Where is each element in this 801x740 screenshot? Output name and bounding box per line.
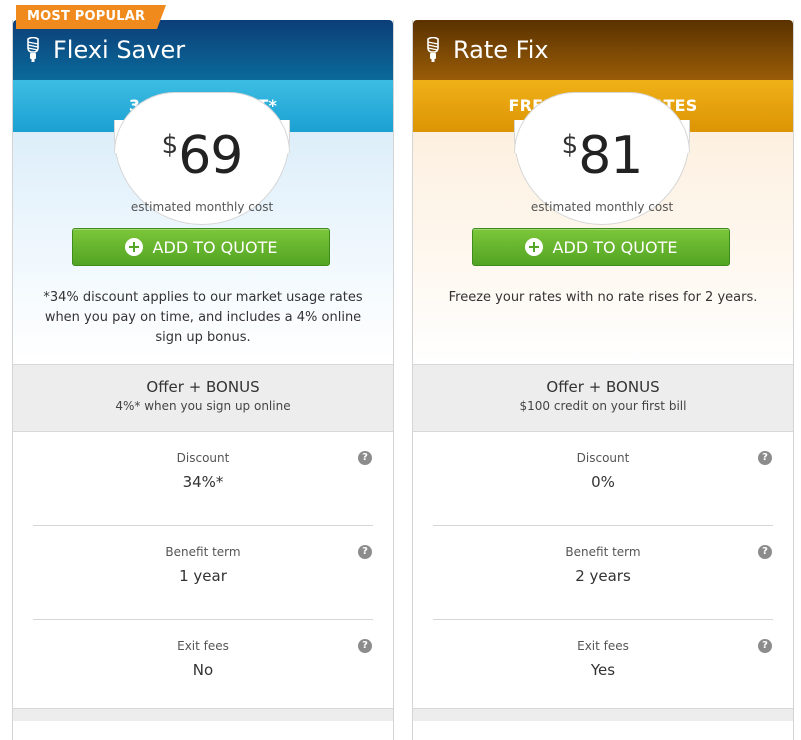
price-caption: estimated monthly cost	[530, 200, 674, 214]
price-section: $81 estimated monthly cost ADD TO QUOTE …	[413, 92, 793, 364]
feature-list: Discount 0% ? Benefit term 2 years ? Exi…	[413, 432, 793, 713]
plus-circle-icon	[524, 238, 543, 256]
price-circle: $81 estimated monthly cost	[514, 92, 690, 225]
add-to-quote-button[interactable]: ADD TO QUOTE	[472, 228, 730, 266]
help-icon[interactable]: ?	[758, 545, 772, 559]
feature-label: Exit fees	[177, 639, 229, 653]
plus-circle-icon	[124, 238, 143, 256]
feature-value: Yes	[590, 661, 616, 679]
price-section: $69 estimated monthly cost ADD TO QUOTE …	[13, 92, 393, 364]
price-circle: $69 estimated monthly cost	[114, 92, 290, 225]
feature-row-exit-fees: Exit fees Yes ?	[433, 620, 773, 713]
price-amount: 81	[578, 126, 643, 186]
offer-box: Offer + BONUS 4%* when you sign up onlin…	[13, 364, 393, 432]
add-to-quote-button[interactable]: ADD TO QUOTE	[72, 228, 330, 266]
add-to-quote-label: ADD TO QUOTE	[152, 237, 278, 257]
add-to-quote-label: ADD TO QUOTE	[552, 237, 678, 257]
feature-row-exit-fees: Exit fees No ?	[33, 620, 373, 713]
plan-header: Flexi Saver	[13, 20, 393, 80]
card-footer-strip	[413, 708, 793, 721]
feature-label: Benefit term	[565, 545, 641, 559]
plan-header: Rate Fix	[413, 20, 793, 80]
feature-value: 34%*	[182, 473, 224, 491]
offer-box: Offer + BONUS $100 credit on your first …	[413, 364, 793, 432]
help-icon[interactable]: ?	[358, 451, 372, 465]
price-currency: $	[561, 130, 579, 160]
plan-title: Flexi Saver	[53, 36, 186, 64]
plan-title: Rate Fix	[453, 36, 549, 64]
plan-card-rate-fix: Rate Fix FREEZE YOUR RATES $81 estimated…	[412, 20, 794, 740]
feature-row-discount: Discount 0% ?	[433, 432, 773, 526]
feature-value: 1 year	[179, 567, 227, 585]
ribbon-label: MOST POPULAR	[27, 9, 146, 24]
feature-label: Discount	[576, 451, 630, 465]
most-popular-ribbon: MOST POPULAR	[16, 5, 166, 29]
offer-title: Offer + BONUS	[546, 378, 660, 396]
plan-note: *34% discount applies to our market usag…	[43, 290, 363, 345]
feature-label: Benefit term	[165, 545, 241, 559]
help-icon[interactable]: ?	[758, 451, 772, 465]
lightbulb-icon	[427, 37, 439, 62]
feature-value: 0%	[591, 473, 615, 491]
offer-title: Offer + BONUS	[146, 378, 260, 396]
feature-row-benefit-term: Benefit term 2 years ?	[433, 526, 773, 620]
card-footer-strip	[13, 708, 393, 721]
feature-row-benefit-term: Benefit term 1 year ?	[33, 526, 373, 620]
feature-value: No	[192, 661, 214, 679]
feature-label: Exit fees	[577, 639, 629, 653]
help-icon[interactable]: ?	[758, 639, 772, 653]
plan-note: Freeze your rates with no rate rises for…	[448, 290, 758, 305]
help-icon[interactable]: ?	[358, 545, 372, 559]
price-caption: estimated monthly cost	[130, 200, 274, 214]
plan-card-flexi-saver: Flexi Saver 34% DISCOUNT* $69 estimated …	[12, 20, 394, 740]
lightbulb-icon	[27, 37, 39, 62]
feature-value: 2 years	[575, 567, 631, 585]
offer-subtitle: $100 credit on your first bill	[519, 399, 687, 413]
help-icon[interactable]: ?	[358, 639, 372, 653]
feature-label: Discount	[176, 451, 230, 465]
price-amount: 69	[178, 126, 243, 186]
feature-row-discount: Discount 34%* ?	[33, 432, 373, 526]
price-currency: $	[161, 130, 179, 160]
feature-list: Discount 34%* ? Benefit term 1 year ? Ex…	[13, 432, 393, 713]
offer-subtitle: 4%* when you sign up online	[115, 399, 291, 413]
